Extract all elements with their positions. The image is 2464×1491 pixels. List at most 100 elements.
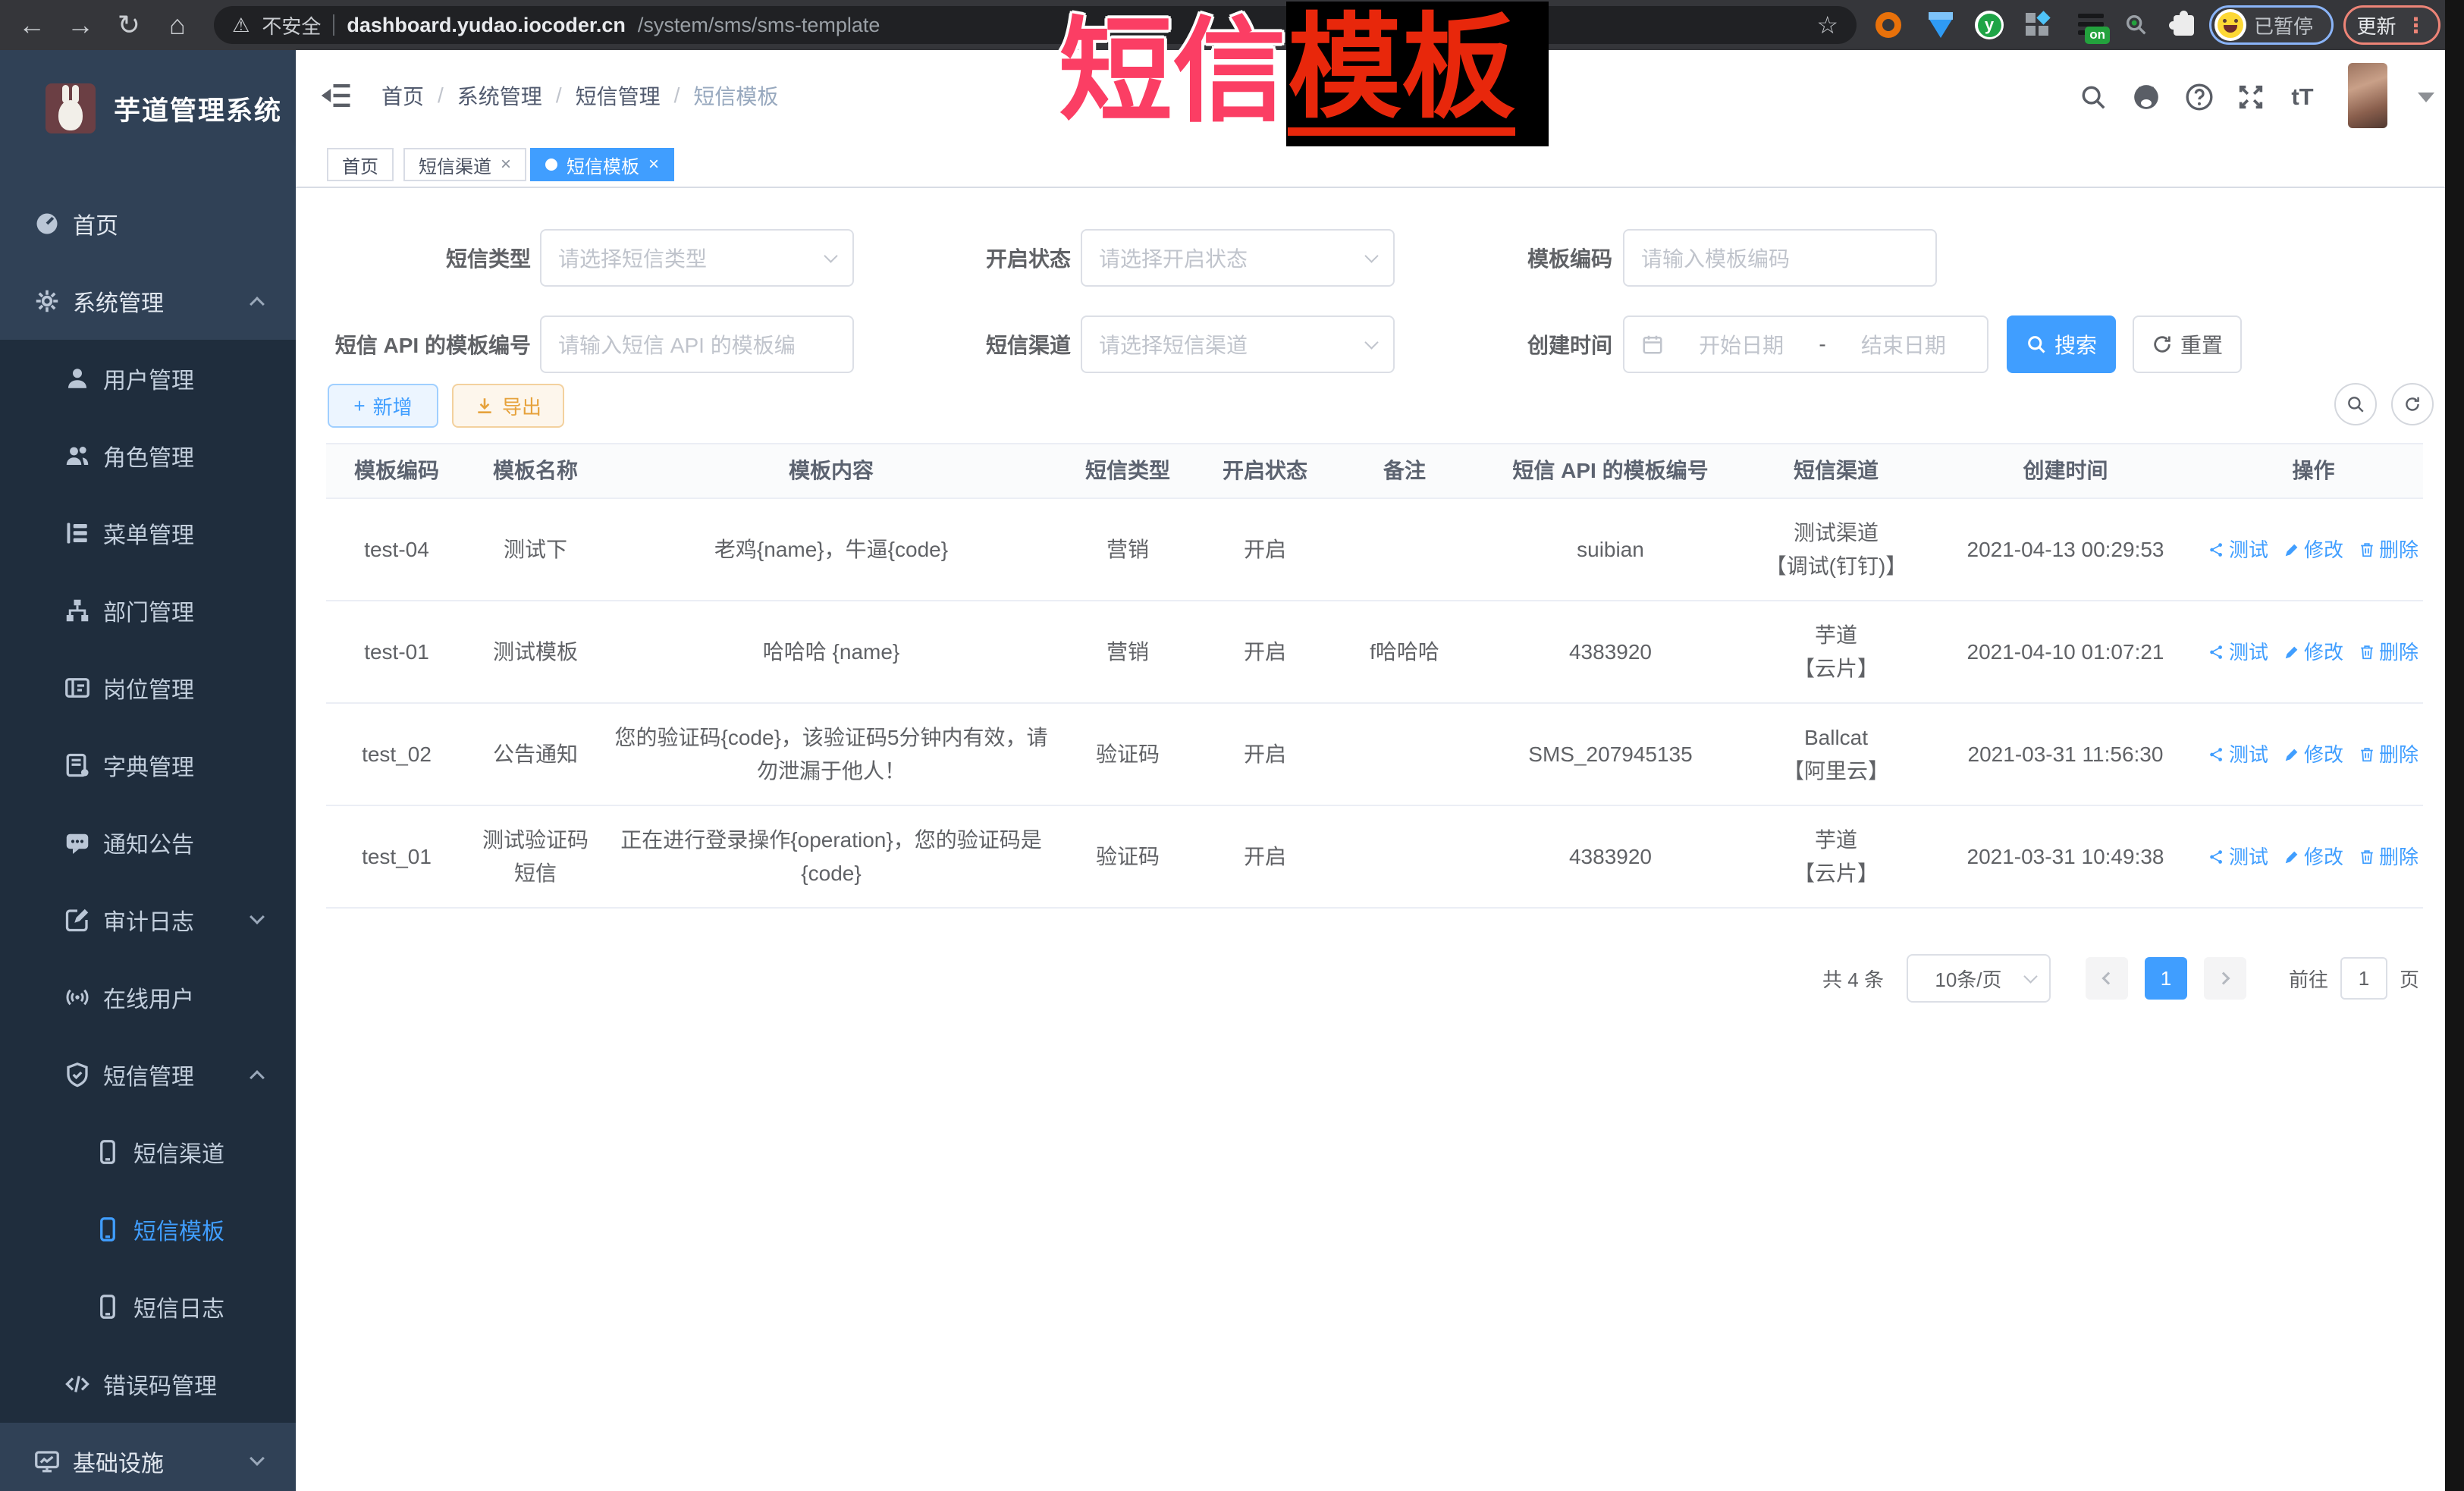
avatar-caret-icon[interactable] [2418, 93, 2434, 102]
sidebar-item-menus[interactable]: 菜单管理 [0, 494, 296, 572]
test-link[interactable]: 测试 [2208, 636, 2268, 669]
tag-home[interactable]: 首页 [327, 148, 394, 181]
chevron-left-icon [2101, 972, 2114, 985]
delete-link[interactable]: 删除 [2359, 738, 2418, 771]
help-icon[interactable] [2181, 79, 2218, 115]
edit-link[interactable]: 修改 [2284, 636, 2343, 669]
browser-home-icon[interactable]: ⌂ [156, 0, 199, 50]
edit-link[interactable]: 修改 [2284, 533, 2343, 567]
table-header-row: 模板编码 模板名称 模板内容 短信类型 开启状态 备注 短信 API 的模板编号… [326, 443, 2423, 499]
code-icon [64, 1370, 91, 1398]
sms-type-label: 短信类型 [296, 229, 531, 287]
sidebar-item-dict[interactable]: 字典管理 [0, 727, 296, 804]
sidebar-item-departments[interactable]: 部门管理 [0, 572, 296, 649]
sidebar-item-error-codes[interactable]: 错误码管理 [0, 1345, 296, 1423]
test-link[interactable]: 测试 [2208, 738, 2268, 771]
sidebar-item-audit-log[interactable]: 审计日志 [0, 881, 296, 959]
status-select[interactable]: 请选择开启状态 [1081, 229, 1395, 287]
create-time-range-picker[interactable]: 开始日期 - 结束日期 [1623, 315, 1988, 373]
breadcrumb-system[interactable]: 系统管理 [457, 80, 542, 111]
user-icon [64, 365, 91, 392]
extension-gem-icon[interactable] [1925, 9, 1957, 41]
browser-forward-icon[interactable]: → [59, 0, 102, 50]
close-icon[interactable]: × [648, 155, 659, 174]
delete-link[interactable]: 删除 [2359, 533, 2418, 567]
sidebar-menu: 首页 系统管理 用户管理 角色管理 [0, 185, 296, 1491]
sidebar-item-notices[interactable]: 通知公告 [0, 804, 296, 881]
reset-button[interactable]: 重置 [2133, 315, 2242, 373]
sidebar-item-roles[interactable]: 角色管理 [0, 417, 296, 494]
page-number-1[interactable]: 1 [2145, 957, 2187, 1000]
sms-type-select[interactable]: 请选择短信类型 [540, 229, 854, 287]
share-icon [2208, 746, 2225, 763]
test-link[interactable]: 测试 [2208, 840, 2268, 874]
sidebar-item-home[interactable]: 首页 [0, 185, 296, 262]
breadcrumb-home[interactable]: 首页 [381, 80, 424, 111]
sidebar-item-sms[interactable]: 短信管理 [0, 1036, 296, 1113]
goto-page-input[interactable]: 1 [2340, 957, 2387, 1000]
address-bar[interactable]: ⚠ 不安全 dashboard.yudao.iocoder.cn /system… [214, 6, 1857, 44]
browser-profile-button[interactable]: 已暂停 [2209, 5, 2334, 45]
chevron-down-icon [1364, 249, 1378, 262]
extension-green-y-icon[interactable]: y [1973, 9, 2005, 41]
sidebar-item-sms-channel[interactable]: 短信渠道 [0, 1113, 296, 1191]
sidebar-item-online-users[interactable]: 在线用户 [0, 959, 296, 1036]
tag-sms-template[interactable]: 短信模板 × [530, 148, 674, 181]
pagination: 共 4 条 10条/页 1 前往 1 页 [1822, 954, 2419, 1003]
search-button[interactable]: 搜索 [2007, 315, 2116, 373]
sidebar-item-infrastructure[interactable]: 基础设施 [0, 1423, 296, 1491]
url-path: /system/sms/sms-template [638, 14, 880, 37]
channel-select[interactable]: 请选择短信渠道 [1081, 315, 1395, 373]
app-logo-row[interactable]: 芋道管理系统 [0, 59, 296, 158]
breadcrumb-sms[interactable]: 短信管理 [576, 80, 661, 111]
chevron-down-icon [2023, 969, 2037, 983]
edit-icon [64, 906, 91, 934]
delete-link[interactable]: 删除 [2359, 840, 2418, 874]
prev-page-button[interactable] [2086, 957, 2128, 1000]
signal-icon [64, 984, 91, 1011]
sidebar-item-sms-template[interactable]: 短信模板 [0, 1191, 296, 1268]
delete-link[interactable]: 删除 [2359, 636, 2418, 669]
sidebar-item-sms-log[interactable]: 短信日志 [0, 1268, 296, 1345]
extension-grid-icon[interactable] [2022, 9, 2054, 41]
avatar[interactable] [2348, 63, 2387, 128]
security-label[interactable]: 不安全 [262, 11, 321, 39]
page-size-select[interactable]: 10条/页 [1907, 954, 2051, 1003]
sidebar-item-users[interactable]: 用户管理 [0, 340, 296, 417]
github-icon[interactable] [2128, 79, 2164, 115]
template-code-input[interactable]: 请输入模板编码 [1623, 229, 1937, 287]
refresh-table-button[interactable] [2391, 383, 2434, 425]
tag-sms-channel[interactable]: 短信渠道 × [403, 148, 526, 181]
header-search-icon[interactable] [2075, 79, 2111, 115]
extension-puzzle-icon[interactable] [2167, 9, 2199, 41]
warning-icon: ⚠ [232, 14, 250, 37]
browser-update-menu-button[interactable]: 更新 ⋮ [2343, 5, 2440, 45]
next-page-button[interactable] [2204, 957, 2246, 1000]
add-button[interactable]: + 新增 [328, 384, 438, 428]
page-unit-label: 页 [2400, 965, 2419, 993]
book-icon [64, 752, 91, 779]
font-size-icon[interactable]: tT [2284, 79, 2321, 115]
extension-orange-icon[interactable] [1872, 9, 1904, 41]
sidebar-item-posts[interactable]: 岗位管理 [0, 649, 296, 727]
close-icon[interactable]: × [501, 155, 511, 174]
phone-icon [94, 1138, 121, 1166]
profile-emoji-avatar [2214, 9, 2246, 41]
extension-list-icon[interactable]: on [2075, 9, 2107, 41]
fullscreen-icon[interactable] [2233, 79, 2269, 115]
phone-icon [94, 1293, 121, 1320]
edit-link[interactable]: 修改 [2284, 738, 2343, 771]
browser-reload-icon[interactable]: ↻ [108, 0, 150, 50]
export-button[interactable]: 导出 [452, 384, 564, 428]
show-search-button[interactable] [2334, 383, 2377, 425]
app-logo [46, 83, 96, 133]
test-link[interactable]: 测试 [2208, 533, 2268, 567]
edit-link[interactable]: 修改 [2284, 840, 2343, 874]
browser-back-icon[interactable]: ← [11, 0, 53, 50]
sidebar-item-system[interactable]: 系统管理 [0, 262, 296, 340]
sidebar-collapse-icon[interactable] [321, 79, 354, 112]
bookmark-star-icon[interactable]: ☆ [1816, 11, 1838, 39]
api-template-id-input[interactable]: 请输入短信 API 的模板编 [540, 315, 854, 373]
extension-on-badge: on [2085, 27, 2110, 44]
extension-magnifier-icon[interactable] [2120, 9, 2152, 41]
